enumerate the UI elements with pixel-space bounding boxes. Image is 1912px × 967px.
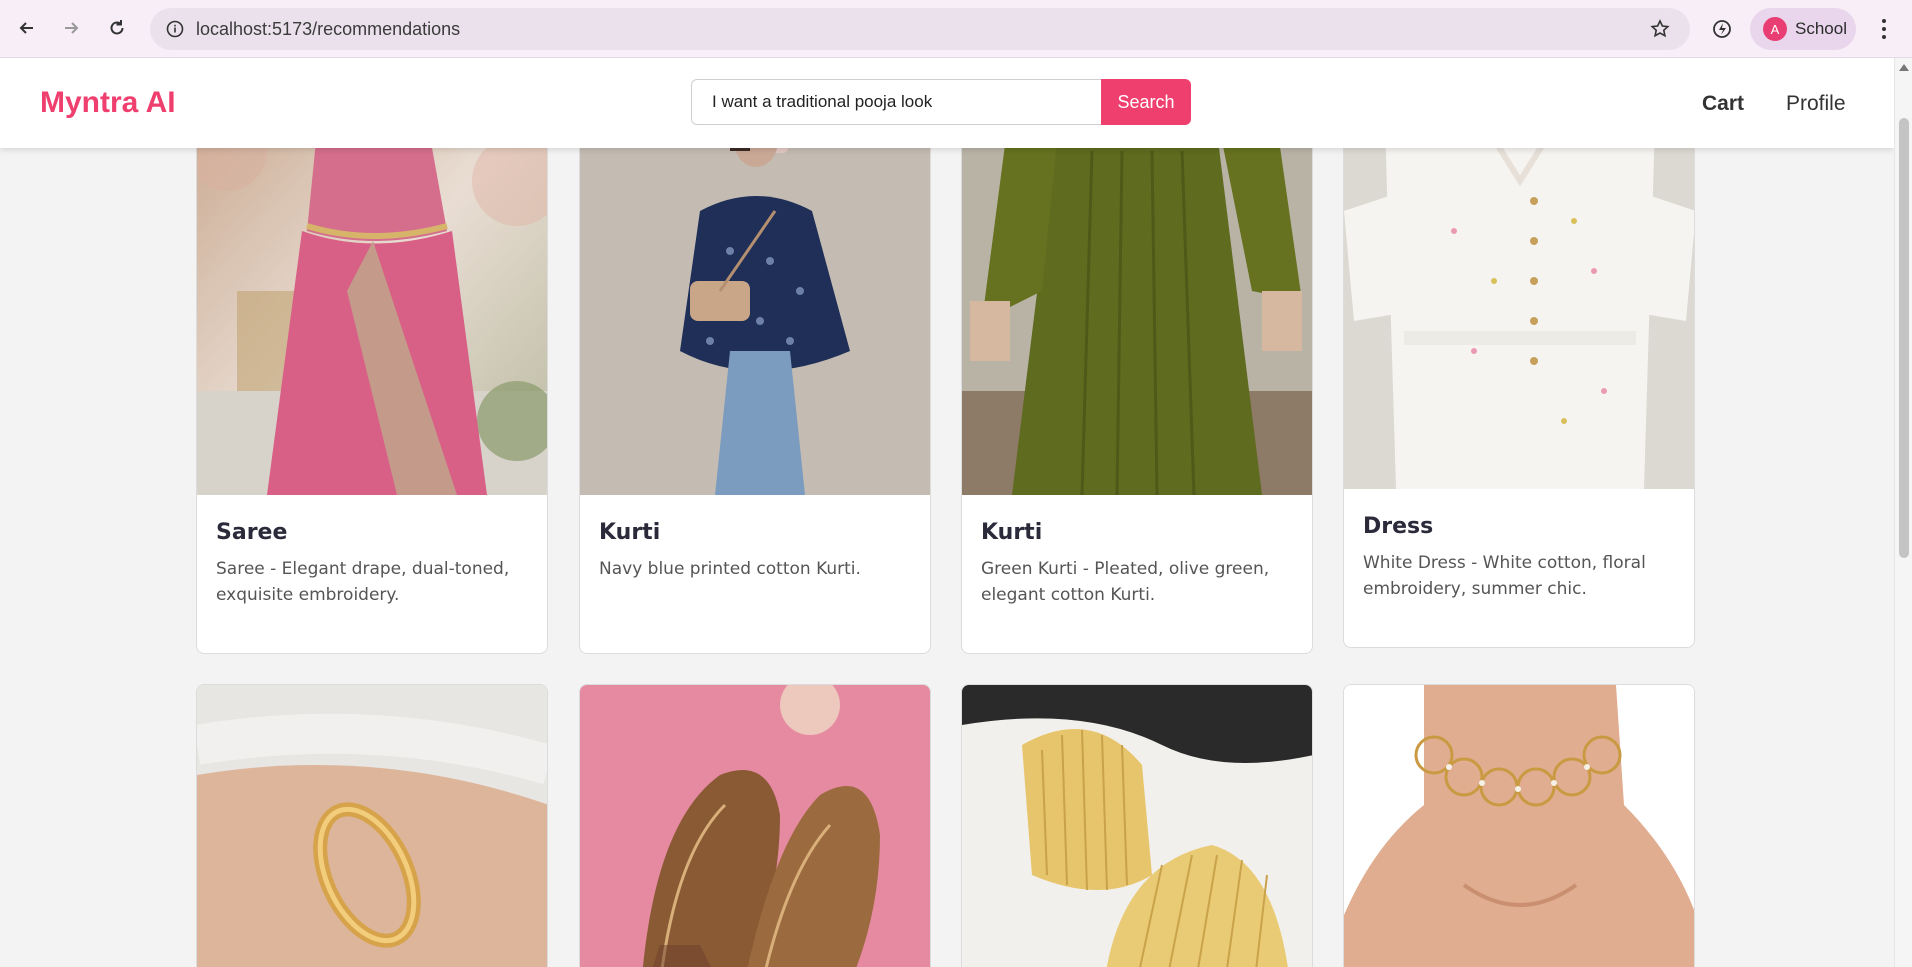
product-image[interactable] xyxy=(580,685,930,967)
arrow-right-icon xyxy=(65,22,79,34)
url-text[interactable]: localhost:5173/recommendations xyxy=(196,19,460,40)
nav-cart-link[interactable]: Cart xyxy=(1702,92,1744,116)
product-card-dress[interactable]: Dress White Dress - White cotton, floral… xyxy=(1343,90,1695,648)
extension-icon xyxy=(1713,20,1731,38)
product-image[interactable] xyxy=(197,91,547,495)
avatar: A xyxy=(1763,17,1787,41)
page-viewport: Saree Saree - Elegant drape, dual-toned,… xyxy=(0,58,1894,967)
product-card-bangle[interactable] xyxy=(196,684,548,967)
product-image[interactable] xyxy=(197,685,547,967)
nav-profile-link[interactable]: Profile xyxy=(1786,92,1846,116)
product-title: Saree xyxy=(216,520,288,545)
product-description: White Dress - White cotton, floral embro… xyxy=(1363,553,1646,599)
product-card-kurti-navy[interactable]: Kurti Navy blue printed cotton Kurti. xyxy=(579,90,931,654)
app-header: Myntra AI Search Cart Profile xyxy=(0,58,1894,148)
back-button[interactable] xyxy=(12,13,42,43)
product-card-juttis[interactable] xyxy=(579,684,931,967)
reload-icon xyxy=(110,20,124,35)
arrow-left-icon xyxy=(19,22,33,34)
product-title: Dress xyxy=(1363,514,1434,539)
reload-button[interactable] xyxy=(102,13,132,43)
browser-chrome: localhost:5173/recommendations A School xyxy=(0,0,1912,58)
product-image[interactable] xyxy=(962,91,1312,495)
browser-menu-icon[interactable] xyxy=(1872,14,1896,44)
product-title: Kurti xyxy=(599,520,661,545)
product-image[interactable] xyxy=(580,91,930,495)
browser-profile-chip[interactable]: A School xyxy=(1750,8,1856,50)
product-description: Navy blue printed cotton Kurti. xyxy=(599,559,861,579)
address-bar[interactable]: localhost:5173/recommendations xyxy=(150,8,1690,50)
product-title: Kurti xyxy=(981,520,1043,545)
profile-chip-label: School xyxy=(1795,19,1847,38)
extension-button[interactable] xyxy=(1706,13,1738,45)
product-image[interactable] xyxy=(962,685,1312,967)
forward-button[interactable] xyxy=(56,13,86,43)
product-image[interactable] xyxy=(1344,91,1694,489)
product-image[interactable] xyxy=(1344,685,1694,967)
scroll-thumb[interactable] xyxy=(1899,118,1909,558)
search-button[interactable]: Search xyxy=(1101,79,1191,125)
site-info-icon[interactable] xyxy=(164,18,186,40)
product-description: Saree - Elegant drape, dual-toned, exqui… xyxy=(216,559,510,605)
product-card-saree[interactable]: Saree Saree - Elegant drape, dual-toned,… xyxy=(196,90,548,654)
bookmark-star-icon[interactable] xyxy=(1648,17,1672,41)
scroll-up-arrow-icon[interactable] xyxy=(1899,64,1909,71)
search-input[interactable] xyxy=(691,79,1102,125)
product-description: Green Kurti - Pleated, olive green, eleg… xyxy=(981,559,1270,605)
product-card-kurti-green[interactable]: Kurti Green Kurti - Pleated, olive green… xyxy=(961,90,1313,654)
page-scrollbar[interactable] xyxy=(1894,58,1912,967)
product-card-choker[interactable] xyxy=(1343,684,1695,967)
product-card-earrings[interactable] xyxy=(961,684,1313,967)
brand-logo[interactable]: Myntra AI xyxy=(40,86,176,120)
